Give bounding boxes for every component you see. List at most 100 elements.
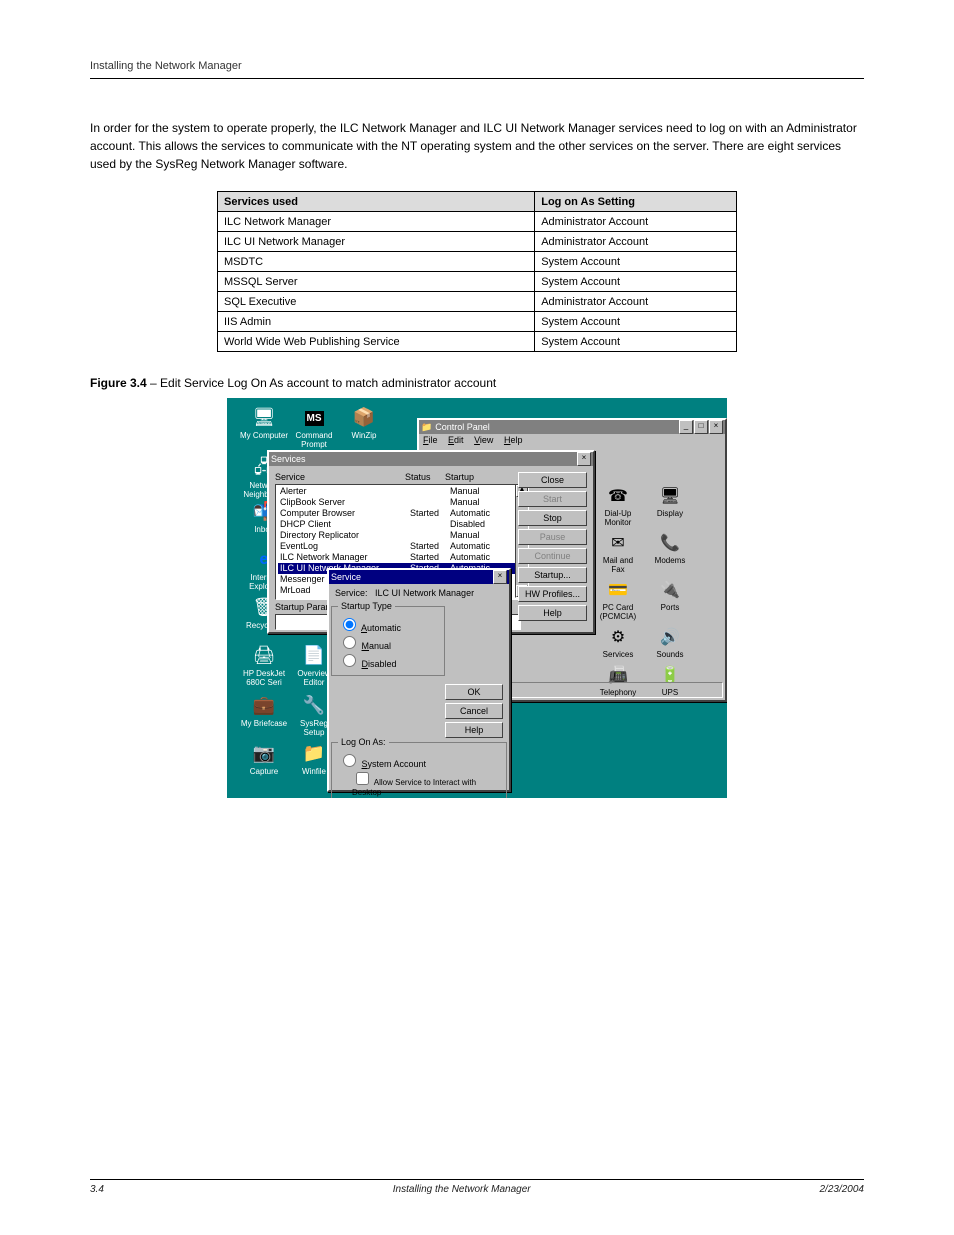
radio-disabled[interactable]: Disabled <box>338 651 438 669</box>
svc-hdr-service: Service <box>275 472 405 482</box>
pause-button[interactable]: Pause <box>518 529 587 545</box>
radio-automatic[interactable]: AAutomaticutomatic <box>338 615 438 633</box>
ic-pc <box>252 406 276 430</box>
control-panel-titlebar[interactable]: 📁 Control Panel _ □ × <box>419 420 725 434</box>
screenshot: My ComputerCommand PromptWinZipNetwork N… <box>227 398 727 798</box>
desktop-icon[interactable]: Command Prompt <box>289 406 339 450</box>
cp-item[interactable]: ✉Mail and Fax <box>597 531 639 574</box>
table-row: MSDTCSystem Account <box>218 252 737 272</box>
minimize-icon[interactable]: _ <box>679 420 693 434</box>
startup-type-group: Startup Type AAutomaticutomatic Manual D… <box>331 606 445 676</box>
table-row: SQL ExecutiveAdministrator Account <box>218 292 737 312</box>
desktop-icon[interactable]: WinZip <box>339 406 389 441</box>
cp-item[interactable]: 🔌Ports <box>649 578 691 621</box>
service-list-row[interactable]: Computer BrowserStartedAutomatic <box>278 508 518 519</box>
menu-help[interactable]: Help <box>504 435 523 445</box>
cp-item-icon: 🔌 <box>658 578 682 602</box>
logon-as-legend: Log On As: <box>338 737 389 747</box>
cp-item[interactable]: ⚙Services <box>597 625 639 659</box>
ok-button[interactable]: OK <box>445 684 503 700</box>
startup-button[interactable]: Startup... <box>518 567 587 583</box>
table-row: World Wide Web Publishing ServiceSystem … <box>218 332 737 352</box>
help-button[interactable]: Help <box>518 605 587 621</box>
cancel-button[interactable]: Cancel <box>445 703 503 719</box>
figure-label: Figure 3.4 <box>90 376 147 390</box>
cp-item[interactable]: ☎Dial-Up Monitor <box>597 484 639 527</box>
desktop-icon[interactable]: My Computer <box>239 406 289 441</box>
desktop-icon[interactable]: My Briefcase <box>239 694 289 729</box>
page-footer: 3.4 Installing the Network Manager 2/23/… <box>90 1179 864 1195</box>
service-dialog-title-text: Service <box>331 570 492 584</box>
cp-menubar[interactable]: File Edit View Help <box>419 434 725 446</box>
footer-right: 2/23/2004 <box>819 1184 864 1195</box>
continue-button[interactable]: Continue <box>518 548 587 564</box>
page-header: Installing the Network Manager <box>90 60 864 72</box>
service-name-value: ILC UI Network Manager <box>375 588 474 598</box>
cp-item-icon: 🔊 <box>658 625 682 649</box>
cp-item[interactable]: 💳PC Card (PCMCIA) <box>597 578 639 621</box>
close-icon[interactable]: × <box>709 420 723 434</box>
cp-item-icon: 💳 <box>606 578 630 602</box>
ic-file <box>302 742 326 766</box>
table-row: IIS AdminSystem Account <box>218 312 737 332</box>
start-button[interactable]: Start <box>518 491 587 507</box>
desktop-icon[interactable]: HP DeskJet 680C Seri <box>239 644 289 688</box>
desktop-icon[interactable]: Capture <box>239 742 289 777</box>
stop-button[interactable]: Stop <box>518 510 587 526</box>
checkbox-interact-desktop[interactable]: Allow Service to Interact with Desktop <box>352 769 500 797</box>
menu-view[interactable]: View <box>474 435 493 445</box>
cp-item-icon: ☎ <box>606 484 630 508</box>
svc-hdr-startup: Startup <box>445 472 474 482</box>
cp-item-icon: 🖥 <box>658 484 682 508</box>
cp-item-icon: ✉ <box>606 531 630 555</box>
ic-brief <box>252 694 276 718</box>
services-titlebar[interactable]: Services × <box>269 452 593 466</box>
table-row: ILC Network ManagerAdministrator Account <box>218 212 737 232</box>
radio-system-account[interactable]: System Account <box>338 751 500 769</box>
maximize-icon[interactable]: □ <box>694 420 708 434</box>
menu-file[interactable]: File <box>423 435 438 445</box>
service-list-row[interactable]: AlerterManual <box>278 486 518 497</box>
service-label: Service: <box>335 588 368 598</box>
figure-caption: Figure 3.4 – Edit Service Log On As acco… <box>90 376 864 390</box>
close-button[interactable]: Close <box>518 472 587 488</box>
cp-item[interactable]: 📞Modems <box>649 531 691 574</box>
ic-tool <box>302 694 326 718</box>
service-list-row[interactable]: ClipBook ServerManual <box>278 497 518 508</box>
cp-title-text: Control Panel <box>435 420 678 434</box>
cp-icon-grid: ☎Dial-Up Monitor🖥Display✉Mail and Fax📞Mo… <box>593 480 721 688</box>
body-paragraph-1: In order for the system to operate prope… <box>90 119 864 173</box>
svc-hdr-status: Status <box>405 472 445 482</box>
cp-item[interactable]: 🖥Display <box>649 484 691 527</box>
service-list-row[interactable]: DHCP ClientDisabled <box>278 519 518 530</box>
ic-zip <box>352 406 376 430</box>
th-services: Services used <box>218 192 535 212</box>
th-logon: Log on As Setting <box>535 192 737 212</box>
radio-manual[interactable]: Manual <box>338 633 438 651</box>
cp-item-icon: ⚙ <box>606 625 630 649</box>
ic-dos <box>302 406 326 430</box>
ic-prn <box>252 644 276 668</box>
footer-center: Installing the Network Manager <box>393 1184 531 1195</box>
service-list-row[interactable]: ILC Network ManagerStartedAutomatic <box>278 552 518 563</box>
service-list-row[interactable]: Directory ReplicatorManual <box>278 530 518 541</box>
cp-item-icon: 📞 <box>658 531 682 555</box>
logon-as-group: Log On As: System Account Allow Service … <box>331 742 507 798</box>
dialog-help-button[interactable]: Help <box>445 722 503 738</box>
service-dialog-titlebar[interactable]: Service × <box>329 570 509 584</box>
hw-profiles-button[interactable]: HW Profiles... <box>518 586 587 602</box>
close-icon[interactable]: × <box>493 570 507 584</box>
ic-cap <box>252 742 276 766</box>
table-row: MSSQL ServerSystem Account <box>218 272 737 292</box>
close-icon[interactable]: × <box>577 452 591 466</box>
startup-type-legend: Startup Type <box>338 601 395 611</box>
menu-edit[interactable]: Edit <box>448 435 464 445</box>
cp-item[interactable]: 🔊Sounds <box>649 625 691 659</box>
table-row: ILC UI Network ManagerAdministrator Acco… <box>218 232 737 252</box>
footer-left: 3.4 <box>90 1184 104 1195</box>
services-table: Services used Log on As Setting ILC Netw… <box>217 191 737 352</box>
service-list-row[interactable]: EventLogStartedAutomatic <box>278 541 518 552</box>
figure-caption-text: – Edit Service Log On As account to matc… <box>147 376 497 390</box>
services-title-text: Services <box>271 452 576 466</box>
service-dialog: Service × Service: ILC UI Network Manage… <box>327 568 511 792</box>
